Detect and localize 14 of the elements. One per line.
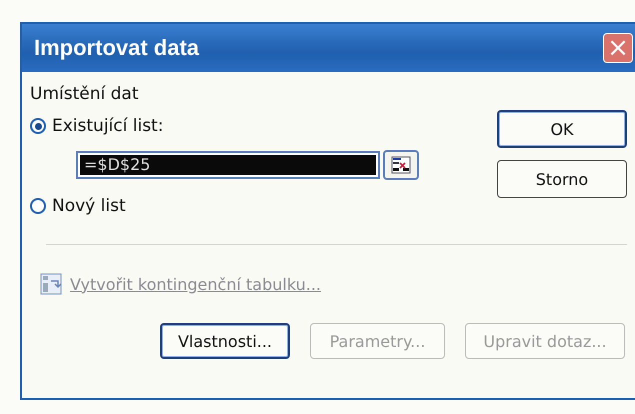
range-picker-icon	[391, 156, 411, 174]
dialog-button[interactable]: Storno	[497, 160, 627, 198]
dialog-button[interactable]: Vlastnosti...	[160, 323, 290, 359]
pivot-table-icon	[40, 273, 62, 295]
range-field[interactable]: =$D$25	[76, 151, 380, 179]
field-value: =$D$25	[80, 155, 376, 175]
window-title: Importovat data	[34, 35, 200, 61]
radio-button[interactable]	[30, 198, 46, 214]
dialog-button[interactable]: OK	[497, 110, 627, 148]
option-label: Nový list	[52, 196, 126, 216]
group-label: Umístění dat	[30, 84, 140, 104]
option-label: Existující list:	[52, 116, 164, 136]
radio-button[interactable]	[30, 118, 46, 134]
collapse-dialog-button[interactable]	[383, 150, 419, 180]
